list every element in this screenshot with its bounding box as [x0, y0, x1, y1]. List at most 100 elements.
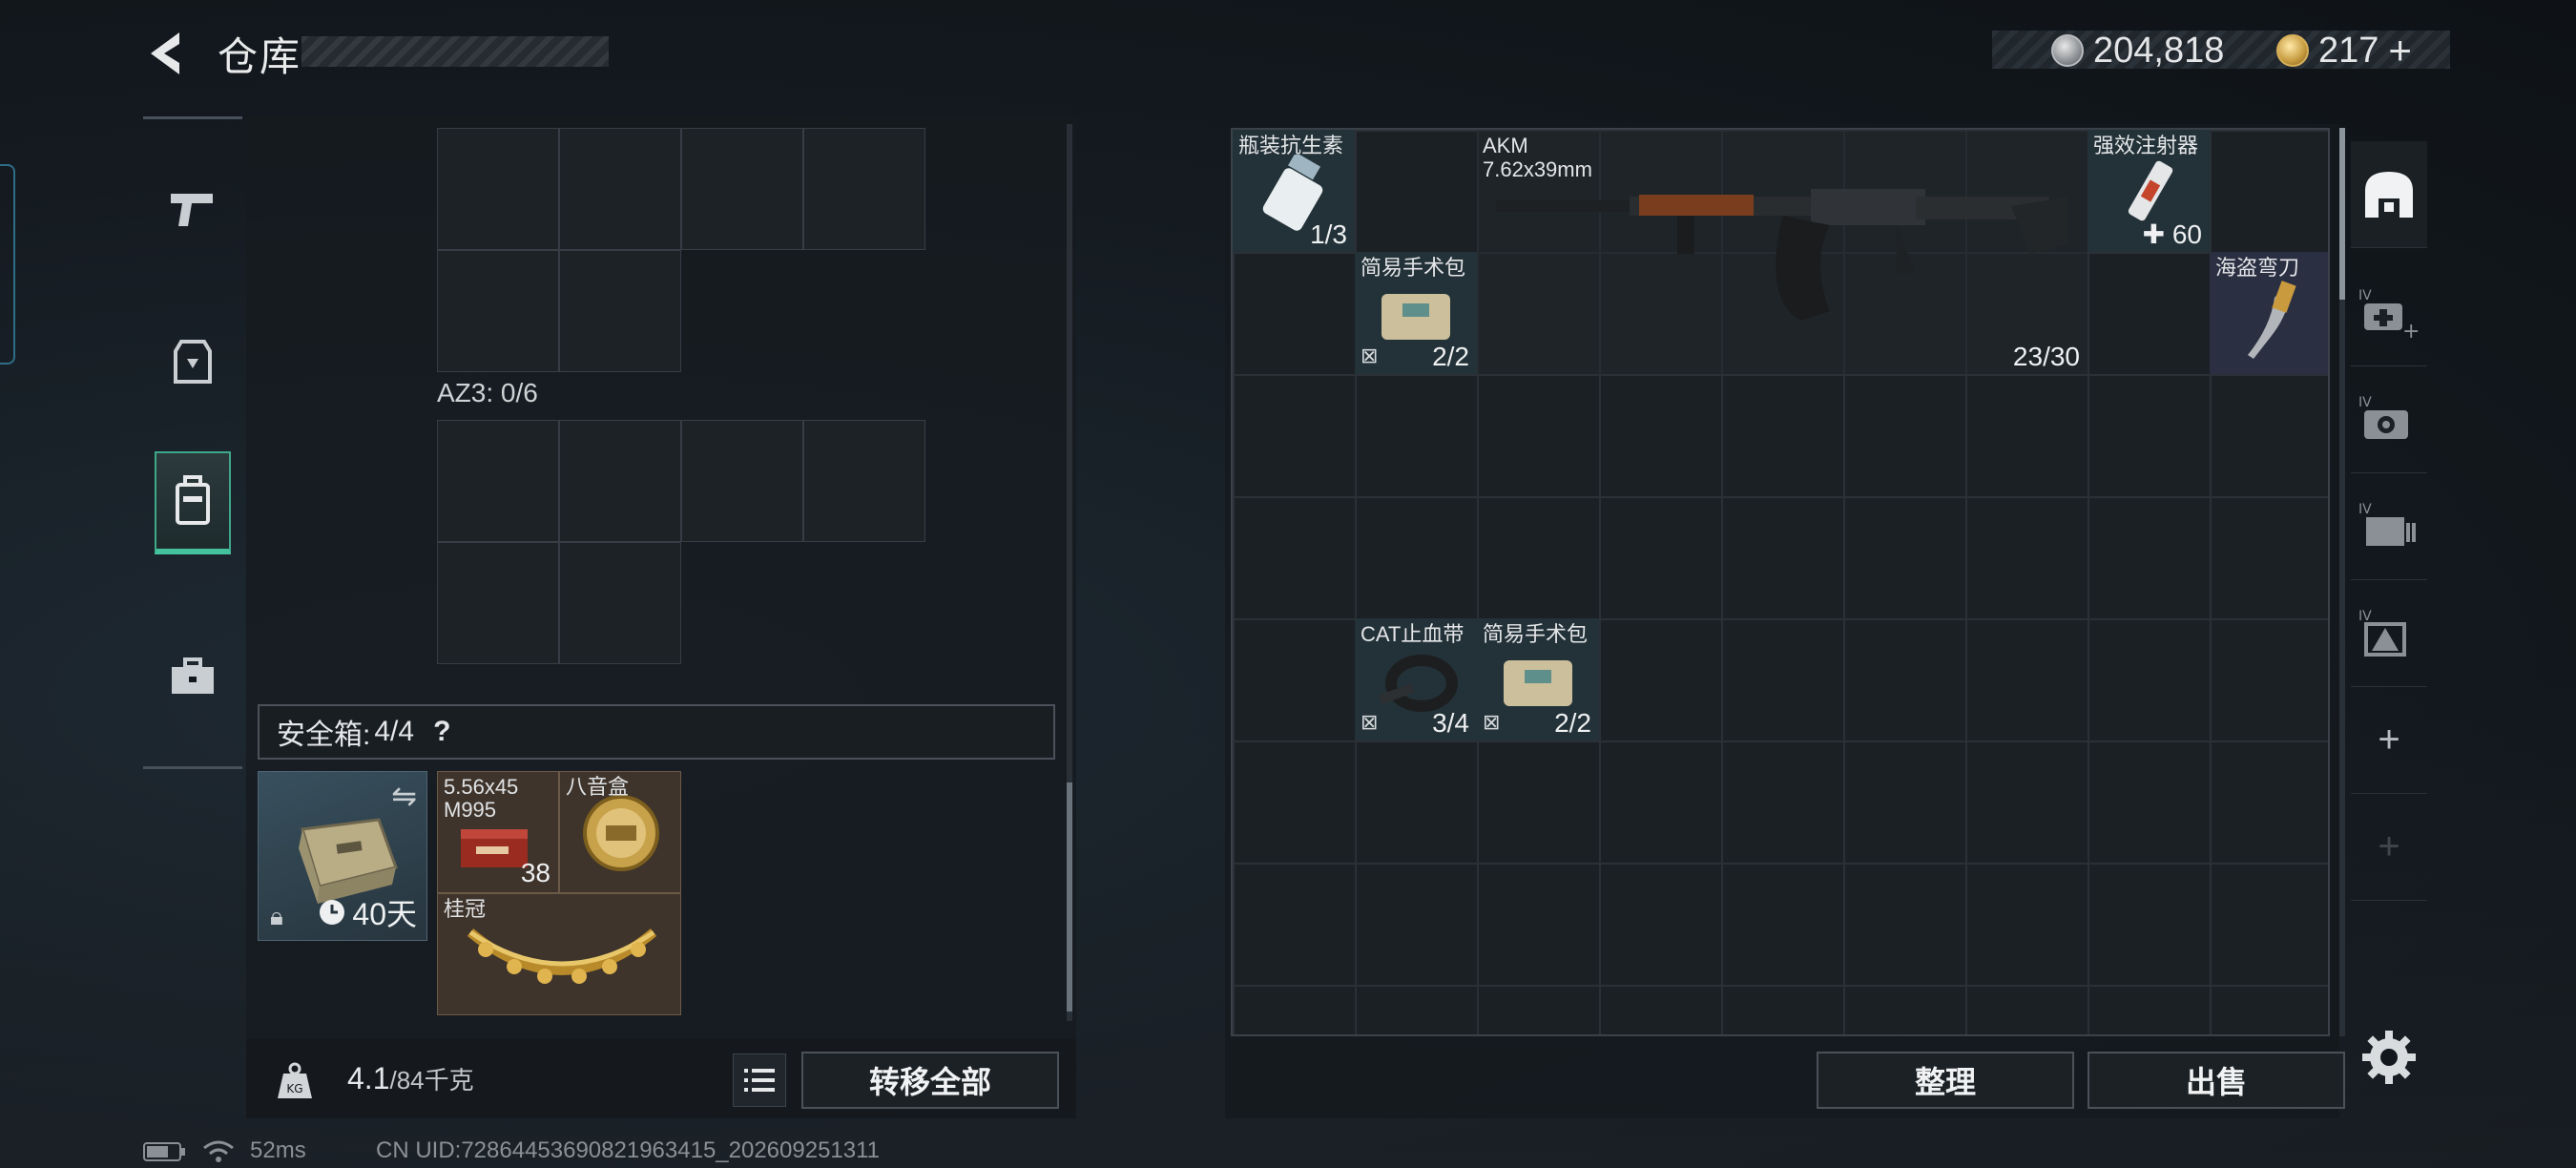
- add-stash-tab-disabled: +: [2351, 794, 2427, 901]
- rig-slot[interactable]: [437, 128, 559, 250]
- item-name: AKM 7.62x39mm: [1483, 134, 1592, 181]
- tourniquet-item[interactable]: CAT止血带 ⊠ 3/4: [1355, 618, 1477, 740]
- transfer-all-button[interactable]: 转移全部: [801, 1052, 1059, 1109]
- left-scroll-thumb[interactable]: [1067, 782, 1072, 1012]
- surgery-kit-image: [1381, 294, 1450, 340]
- item-name: 简易手术包: [1361, 256, 1466, 280]
- surgery-kit-item[interactable]: 简易手术包 ⊠ 2/2: [1477, 618, 1599, 740]
- weight-value: 4.1: [347, 1061, 390, 1095]
- add-disabled-icon: +: [2378, 825, 2400, 867]
- case-timer-value: 40天: [352, 897, 417, 931]
- title-decoration: [301, 36, 609, 67]
- safe-box-label: 安全箱:: [277, 720, 371, 751]
- weapon-caliber: 7.62x39mm: [1483, 157, 1592, 181]
- no-insure-icon: ⊠: [1361, 344, 1379, 367]
- item-count: 2/2: [1554, 708, 1591, 738]
- rig-slot[interactable]: [681, 128, 803, 250]
- gold-amount: 217: [2318, 30, 2379, 71]
- silver-currency: 204,818: [2051, 27, 2224, 74]
- warning-icon: IV: [2358, 609, 2406, 657]
- item-name: CAT止血带: [1361, 622, 1465, 646]
- akm-rifle-item[interactable]: AKM 7.62x39mm 23/30: [1477, 130, 2088, 374]
- case-timer: 40天: [318, 890, 417, 934]
- music-box-item[interactable]: 八音盒: [559, 771, 681, 893]
- left-scrollbar[interactable]: [1067, 124, 1072, 1021]
- antibiotic-item[interactable]: 瓶装抗生素 1/3: [1233, 130, 1355, 252]
- help-icon[interactable]: ?: [433, 716, 450, 748]
- laurel-crown-item[interactable]: 桂冠: [437, 893, 681, 1015]
- safe-case[interactable]: ⇋ 🔒︎ 40天: [258, 771, 427, 941]
- container-slot[interactable]: [559, 542, 681, 664]
- akm-rifle-image: [1496, 189, 2068, 321]
- container-slot[interactable]: [681, 420, 803, 542]
- item-count: 2/2: [1432, 342, 1469, 371]
- silver-coin-icon: [2051, 34, 2084, 67]
- lock-icon: 🔒︎: [270, 902, 283, 930]
- stash-tab-warning[interactable]: IV: [2351, 580, 2427, 687]
- no-insure-icon: ⊠: [1483, 710, 1501, 734]
- category-armor[interactable]: [155, 310, 231, 413]
- ammo-item[interactable]: 5.56x45 M995 38: [437, 771, 559, 893]
- sort-button[interactable]: 整理: [1817, 1052, 2074, 1109]
- container-slot[interactable]: [803, 420, 925, 542]
- item-count: 3/4: [1432, 708, 1469, 738]
- right-scroll-thumb[interactable]: [2339, 128, 2345, 300]
- settings-button[interactable]: [2360, 1029, 2418, 1086]
- container-slot[interactable]: [437, 420, 559, 542]
- cutlass-image: [2248, 281, 2296, 359]
- side-drawer-handle[interactable]: [0, 164, 15, 365]
- item-count: ✚ 60: [2143, 219, 2202, 250]
- item-name: 海盗弯刀: [2215, 256, 2300, 280]
- gold-add-icon[interactable]: +: [2388, 28, 2412, 73]
- add-icon: +: [2378, 719, 2400, 761]
- back-arrow-icon: [151, 32, 179, 74]
- battery-icon: [143, 1141, 187, 1168]
- stash-tab-camera[interactable]: IV: [2351, 366, 2427, 473]
- weapon-name: AKM: [1483, 134, 1528, 157]
- container-slot[interactable]: [437, 542, 559, 664]
- item-name: 瓶装抗生素: [1238, 134, 1344, 157]
- ping: 52ms: [250, 1137, 306, 1163]
- item-name: 八音盒: [566, 775, 630, 799]
- stash-grid[interactable]: 瓶装抗生素 1/3 AKM7.62x39mm 23/30 强效注射器 ✚ 60: [1231, 128, 2330, 1036]
- surgery-kit-item[interactable]: 简易手术包 ⊠ 2/2: [1355, 252, 1477, 374]
- item-count: 38: [520, 858, 551, 887]
- weight-icon: KG: [265, 1052, 324, 1111]
- pistol-icon: [171, 194, 213, 226]
- kg-weight-icon: KG: [278, 1062, 312, 1098]
- weight-display: 4.1/84千克: [347, 1061, 474, 1096]
- right-scrollbar[interactable]: [2339, 128, 2345, 1036]
- cutlass-item[interactable]: 海盗弯刀: [2210, 252, 2328, 374]
- rig-slot[interactable]: [559, 250, 681, 372]
- stash-tab-medical[interactable]: IV +: [2351, 260, 2427, 366]
- add-stash-tab-button[interactable]: +: [2351, 687, 2427, 794]
- stash-tab-main[interactable]: [2351, 141, 2427, 248]
- stash-toolbar: IV + IV IV IV + +: [2351, 141, 2427, 1038]
- container-slot[interactable]: [559, 420, 681, 542]
- list-view-button[interactable]: [733, 1053, 786, 1107]
- stash-tab-film[interactable]: IV: [2351, 473, 2427, 580]
- sell-button[interactable]: 出售: [2088, 1052, 2345, 1109]
- user-uid: CN UID:72864453690821963415_202609251311: [376, 1137, 881, 1163]
- item-name: 强效注射器: [2093, 134, 2199, 157]
- category-case[interactable]: [155, 625, 231, 728]
- category-backpack[interactable]: [155, 451, 231, 554]
- category-rail: [143, 116, 242, 769]
- category-weapon[interactable]: [155, 157, 231, 261]
- gold-coin-icon: [2276, 34, 2309, 67]
- item-name: 简易手术包: [1483, 622, 1589, 646]
- back-button[interactable]: [141, 27, 195, 80]
- rig-slot[interactable]: [437, 250, 559, 372]
- stim-injector-item[interactable]: 强效注射器 ✚ 60: [2088, 130, 2210, 252]
- svg-text:IV: IV: [2358, 502, 2372, 517]
- vest-icon: [174, 340, 212, 384]
- svg-text:IV: IV: [2358, 395, 2372, 410]
- rig-slot[interactable]: [803, 128, 925, 250]
- item-name: 桂冠: [444, 897, 487, 921]
- rig-slot[interactable]: [559, 128, 681, 250]
- gold-currency[interactable]: 217 +: [2276, 27, 2412, 74]
- swap-icon[interactable]: ⇋: [391, 778, 417, 814]
- list-icon: [744, 1069, 775, 1092]
- item-count: 1/3: [1310, 219, 1347, 249]
- container-label: AZ3: 0/6: [437, 378, 538, 407]
